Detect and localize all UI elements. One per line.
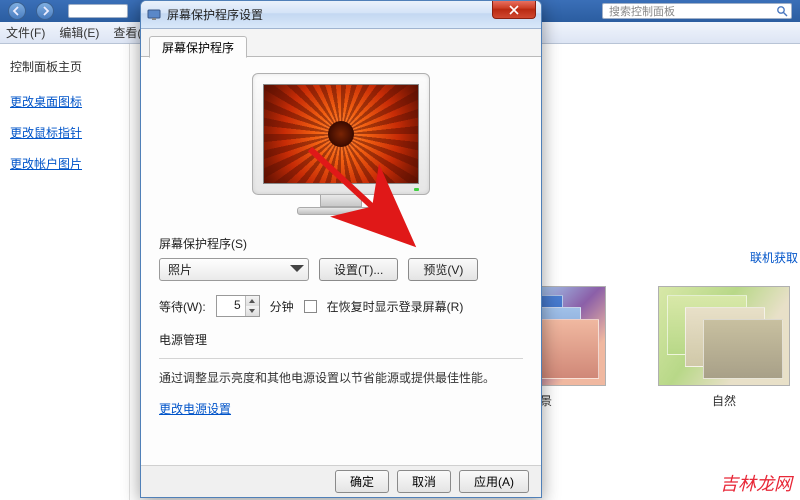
power-group-title: 电源管理 xyxy=(159,331,523,348)
theme-label: 自然 xyxy=(658,392,790,409)
wait-value[interactable]: 5 xyxy=(217,296,245,316)
screensaver-settings-dialog: 屏幕保护程序设置 屏幕保护程序 屏幕保护程序(S) 照片 xyxy=(140,0,542,498)
wait-label: 等待(W): xyxy=(159,298,206,315)
preview-area xyxy=(159,73,523,215)
cancel-button[interactable]: 取消 xyxy=(397,470,451,493)
tab-strip: 屏幕保护程序 xyxy=(141,29,541,57)
divider xyxy=(159,358,523,359)
dropdown-value: 照片 xyxy=(168,261,192,278)
sidebar-link-account-picture[interactable]: 更改帐户图片 xyxy=(10,155,119,172)
sidebar-link-desktop-icons[interactable]: 更改桌面图标 xyxy=(10,93,119,110)
power-led-icon xyxy=(414,188,419,191)
tab-screensaver[interactable]: 屏幕保护程序 xyxy=(149,36,247,58)
resume-login-checkbox[interactable] xyxy=(304,300,317,313)
forward-button[interactable] xyxy=(36,2,54,20)
screensaver-preview-image xyxy=(263,84,419,184)
search-placeholder: 搜索控制面板 xyxy=(609,3,675,19)
back-button[interactable] xyxy=(8,2,26,20)
spinner-down-button[interactable] xyxy=(246,306,259,316)
monitor-preview xyxy=(252,73,430,215)
breadcrumb[interactable] xyxy=(68,4,128,18)
preview-button[interactable]: 预览(V) xyxy=(408,258,478,281)
sidebar-title: 控制面板主页 xyxy=(10,58,119,75)
screensaver-dropdown[interactable]: 照片 xyxy=(159,258,309,281)
apply-button[interactable]: 应用(A) xyxy=(459,470,529,493)
sidebar: 控制面板主页 更改桌面图标 更改鼠标指针 更改帐户图片 xyxy=(0,44,130,500)
dialog-body: 屏幕保护程序(S) 照片 设置(T)... 预览(V) 等待(W): 5 分钟 xyxy=(141,57,541,465)
spinner-up-button[interactable] xyxy=(246,296,259,306)
change-power-settings-link[interactable]: 更改电源设置 xyxy=(159,400,523,417)
close-button[interactable] xyxy=(492,1,536,19)
screensaver-section-label: 屏幕保护程序(S) xyxy=(159,235,523,252)
ok-button[interactable]: 确定 xyxy=(335,470,389,493)
close-icon xyxy=(509,5,519,15)
checkbox-label: 在恢复时显示登录屏幕(R) xyxy=(327,298,464,315)
settings-button[interactable]: 设置(T)... xyxy=(319,258,398,281)
menu-edit[interactable]: 编辑(E) xyxy=(59,24,99,41)
dialog-footer: 确定 取消 应用(A) xyxy=(141,465,541,497)
watermark: 吉林龙网 xyxy=(720,470,792,496)
wait-spinner[interactable]: 5 xyxy=(216,295,260,317)
power-description: 通过调整显示亮度和其他电源设置以节省能源或提供最佳性能。 xyxy=(159,369,523,388)
titlebar[interactable]: 屏幕保护程序设置 xyxy=(141,1,541,29)
wait-unit: 分钟 xyxy=(270,298,294,315)
dialog-title: 屏幕保护程序设置 xyxy=(167,6,263,23)
search-input[interactable]: 搜索控制面板 xyxy=(602,3,792,19)
online-link[interactable]: 联机获取 xyxy=(750,249,798,266)
monitor-icon xyxy=(147,8,161,22)
search-icon xyxy=(776,5,788,17)
theme-thumb xyxy=(658,286,790,386)
sidebar-link-mouse-pointer[interactable]: 更改鼠标指针 xyxy=(10,124,119,141)
chevron-down-icon xyxy=(290,263,304,277)
menu-file[interactable]: 文件(F) xyxy=(6,24,45,41)
theme-item-nature[interactable]: 自然 xyxy=(658,286,790,409)
